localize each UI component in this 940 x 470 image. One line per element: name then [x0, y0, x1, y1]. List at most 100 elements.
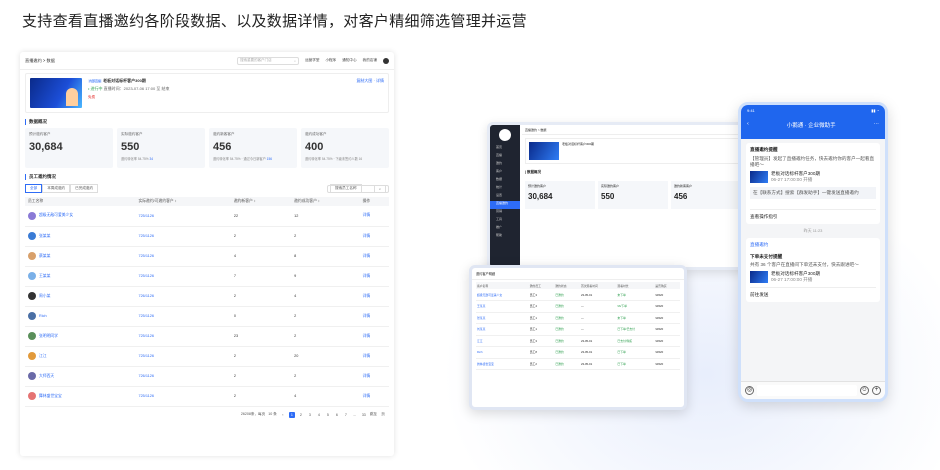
- app-logo: [499, 129, 511, 141]
- detail-link[interactable]: 详情: [359, 286, 389, 307]
- table-row: 超级无敌可爱美少女 725/1126 22 12 详情: [25, 206, 389, 227]
- live-badge: 内部直播: [88, 79, 103, 83]
- emoji-icon[interactable]: ☺: [860, 386, 869, 395]
- tablet-sidebar-item: 设置: [496, 193, 503, 197]
- col-header: 邀约状态: [554, 282, 580, 289]
- tablet-sidebar-item: 邀约: [496, 161, 503, 165]
- detail-link[interactable]: 详情: [359, 206, 389, 227]
- table-row: 刘某某 员工1 已邀约 — 已下单/已支付 ¥4520: [476, 323, 680, 336]
- live-tag: 免费: [88, 95, 96, 99]
- send-link[interactable]: 前往发送: [750, 287, 876, 298]
- top-bar: 直播邀约 > 数据 搜索重要的客户门店 ⌕ 运营学堂 小程序 通知中心 我的店铺: [20, 52, 394, 70]
- avatar: [28, 252, 36, 260]
- tablet-sidebar-item: 数据: [496, 177, 503, 181]
- detail-link[interactable]: 详情: [359, 246, 389, 267]
- live-invite-dashboard: 直播邀约 > 数据 搜索重要的客户门店 ⌕ 运营学堂 小程序 通知中心 我的店铺 …: [20, 52, 394, 456]
- table-row: 张明明同学 725/1126 23 2 详情: [25, 326, 389, 347]
- detail-link[interactable]: 详情: [359, 386, 389, 407]
- pager-next: 跳至: [369, 412, 377, 416]
- signal-icon: ▮▮ ◔: [871, 108, 879, 113]
- stat-card: 预计邀约客户 30,684: [25, 128, 113, 168]
- table-row: 江江 725/1126 2 20 详情: [25, 346, 389, 367]
- tablet-stat: 实际邀约客户 550: [598, 181, 668, 209]
- ipad-title: 邀约客户明细: [472, 268, 684, 280]
- toolbar-item[interactable]: 通知中心: [342, 58, 356, 63]
- table-row: Rich 725/1126 0 2 详情: [25, 306, 389, 327]
- tablet-sidebar-item: 直播: [496, 153, 503, 157]
- toolbar-item[interactable]: 运营学堂: [305, 58, 319, 63]
- message-input[interactable]: [757, 385, 857, 396]
- pager-total: 26208条，每页: [240, 412, 266, 416]
- col-header: 是否购买: [654, 282, 680, 289]
- page-number[interactable]: 4: [316, 413, 322, 417]
- col-header: 邀约新客户 ↕: [230, 197, 292, 206]
- table-row: 江江 员工3 已邀约 23-05-01 已支付/购买 ¥4520: [476, 335, 680, 347]
- page-size-select[interactable]: 10 条: [268, 412, 277, 417]
- page-number[interactable]: 6: [334, 413, 340, 417]
- avatar: [28, 352, 36, 360]
- breadcrumb[interactable]: 直播邀约 > 数据: [25, 58, 231, 64]
- avatar: [28, 272, 36, 280]
- page-number[interactable]: ...: [352, 413, 358, 417]
- tab-all[interactable]: 全部: [25, 184, 43, 193]
- tab-week[interactable]: 本周成邀约: [42, 184, 71, 193]
- table-row: 王某某 725/1126 7 9 详情: [25, 266, 389, 287]
- more-icon[interactable]: ···: [873, 121, 879, 129]
- col-header: 邀约成功客户 ↕: [291, 197, 360, 206]
- detail-link[interactable]: 详情: [359, 366, 389, 387]
- page-number[interactable]: 5: [325, 413, 331, 417]
- detail-link[interactable]: 详情: [359, 346, 389, 367]
- live-title: 老板对话标杆客户300期: [103, 78, 146, 83]
- table-row: 蔡某某 725/1126 4 8 详情: [25, 246, 389, 267]
- live-actions[interactable]: 复制大图 · 详情: [356, 78, 384, 108]
- col-header: 操作: [359, 197, 389, 206]
- avatar: [28, 211, 36, 220]
- detail-link[interactable]: 详情: [359, 266, 389, 287]
- search-icon: ⌕: [294, 58, 297, 63]
- tab-done[interactable]: 已完成邀约: [70, 184, 99, 193]
- detail-link[interactable]: 详情: [359, 306, 389, 327]
- toolbar-item[interactable]: 我的店铺: [363, 58, 377, 63]
- stat-card: 邀约新客客户 456 邀约转化率 54.75% · 通过今日新客户 156: [209, 128, 297, 168]
- detail-link[interactable]: 详情: [359, 326, 389, 347]
- page-number[interactable]: 1: [288, 411, 295, 418]
- avatar: [28, 292, 36, 300]
- live-card: 内部直播 老板对话标杆客户300期 • 进行中 直播时间：2023-07-06 …: [25, 73, 389, 113]
- input-bar: ◎ ☺ +: [741, 381, 885, 399]
- table-row: 王某某 员工4 已邀约 — ¥6/下单 ¥4520: [476, 300, 680, 313]
- page-number[interactable]: 2: [298, 413, 304, 417]
- back-icon[interactable]: ‹: [747, 121, 749, 129]
- table-row: Rich 员工8 已邀约 23-05-01 已下单 ¥4520: [476, 346, 680, 359]
- table-row: 周小某 726/1126 2 4 详情: [25, 286, 389, 307]
- col-header: 客户名称: [476, 282, 529, 289]
- prev-icon[interactable]: ‹: [280, 413, 286, 417]
- toolbar-item[interactable]: 小程序: [325, 58, 336, 63]
- plus-icon[interactable]: +: [872, 386, 881, 395]
- detail-link[interactable]: 详情: [359, 226, 389, 247]
- live-poster: [30, 78, 82, 108]
- customer-detail-preview: 邀约客户明细 客户名称 邀约员工 邀约状态 首次观看时间 观看时长 是否购买 超级无敌可爱…: [469, 265, 687, 410]
- avatar: [28, 312, 36, 320]
- pager-suffix: 页: [381, 412, 385, 416]
- page-number[interactable]: 33: [361, 413, 367, 417]
- tablet-sidebar-item: 客户: [496, 169, 503, 173]
- tablet-sidebar-item: 首页: [496, 145, 503, 149]
- page-number[interactable]: 7: [343, 413, 349, 417]
- avatar[interactable]: [383, 57, 389, 64]
- table-row: 超级无敌可爱美少女 员工3 已邀约 23-05-01 未下单 ¥4520: [476, 289, 680, 301]
- desktop-preview: 首页 直播 邀约 客户 数据 统计 设置 直播邀约 营销 工具 推广 帮助 直播邀约 > 数据 老板对…: [487, 122, 747, 270]
- avatar: [28, 392, 36, 400]
- overview-title: 数据概况: [25, 119, 389, 125]
- filter-tabs: 全部 本周成邀约 已完成邀约 搜索员工名称 ⌕: [25, 184, 389, 193]
- page-number[interactable]: 3: [307, 413, 313, 417]
- search-input[interactable]: 搜索重要的客户门店 ⌕: [237, 56, 300, 65]
- table-row: 舞林盛世宝宝 725/1126 2 4 详情: [25, 386, 389, 407]
- detail-title: 员工邀约情况: [25, 174, 389, 180]
- voice-icon[interactable]: ◎: [745, 386, 754, 395]
- guide-link[interactable]: 查看操作指引: [750, 209, 876, 220]
- table-row: 大师西天 726/1126 2 2 详情: [25, 366, 389, 387]
- employee-search-input[interactable]: 搜索员工名称 ⌕: [327, 184, 389, 193]
- reminder-bubble: 直播邀约 下单未支付提醒 共有 36 个客户在直播间下单还未支付，快去跟进吧～ …: [746, 238, 880, 302]
- search-icon: ⌕: [373, 184, 386, 193]
- tablet-sidebar: 首页 直播 邀约 客户 数据 统计 设置 直播邀约 营销 工具 推广 帮助: [490, 125, 520, 267]
